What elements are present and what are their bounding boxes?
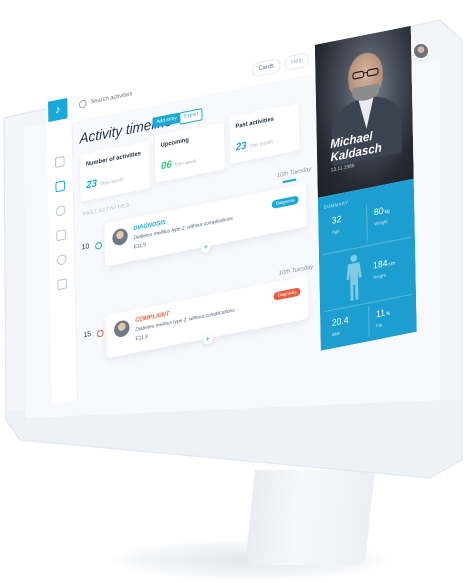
date-underline <box>282 178 297 184</box>
stat-value: 06 This week <box>160 158 197 173</box>
stat-card-upcoming: Upcoming 06 This week <box>154 122 225 183</box>
nav-icon-patients[interactable] <box>55 204 66 217</box>
nav-icon-documents[interactable] <box>56 229 67 242</box>
stat-label: Upcoming <box>160 137 189 150</box>
patient-photo: Michael Kaldasch 13.11.1985 <box>314 25 414 198</box>
complaint-badge[interactable]: Diagnosis <box>273 287 301 301</box>
export-button[interactable]: Export <box>179 107 203 125</box>
stat-label: Number of activities <box>85 150 141 168</box>
divider <box>368 306 370 338</box>
diagnosis-badge[interactable]: Diagnosis <box>271 195 299 209</box>
age-label: Age <box>331 228 340 235</box>
height-value: 184cm <box>373 257 395 271</box>
plus-icon[interactable]: + <box>201 241 211 254</box>
avatar[interactable] <box>414 44 428 58</box>
bmi-label: BMI <box>332 330 340 338</box>
logo-icon[interactable]: ♪ <box>48 97 68 123</box>
rail-dot <box>96 329 104 338</box>
stat-card-past: Past activities 23 This month <box>229 103 300 164</box>
help-button[interactable]: Help <box>284 51 310 72</box>
weight-label: Weight <box>374 218 388 227</box>
divider <box>366 204 368 242</box>
avatar <box>112 227 128 247</box>
timeline-section-label: PAST ACTIVITIES <box>82 202 130 218</box>
avatar <box>114 319 130 339</box>
nav-icon-help[interactable] <box>57 278 68 291</box>
fat-value: 11% <box>375 307 391 320</box>
nav-icon-settings[interactable] <box>56 253 67 266</box>
person-silhouette-icon <box>346 254 362 301</box>
height-label: Height <box>373 272 386 280</box>
timeline-date: 10th Tuesday <box>278 264 314 278</box>
nav-icon-home[interactable] <box>54 155 65 168</box>
stat-label: Past activities <box>235 116 274 131</box>
rail-day: 15 <box>83 330 91 340</box>
summary-panel: SUMMARY 32 Age 80kg Weight 184cm Height … <box>317 178 417 351</box>
activity-card-complaint[interactable]: COMPLAINT Diabetes mellitus type 2, with… <box>106 275 309 359</box>
stat-value: 23 This month <box>235 139 274 154</box>
sidebar: ♪ <box>46 92 78 405</box>
stat-card-activities: Number of activities 23 This month <box>79 141 150 202</box>
bmi-value: 20.4 <box>331 314 349 329</box>
plus-icon[interactable]: + <box>202 333 213 346</box>
activity-code: E11.9 <box>133 242 146 251</box>
patient-profile-panel: Michael Kaldasch 13.11.1985 SUMMARY 32 A… <box>314 25 417 351</box>
rail-day: 10 <box>81 243 90 252</box>
rail-dot <box>95 241 102 251</box>
weight-value: 80kg <box>373 205 390 218</box>
timeline-date: 10th Tuesday <box>276 166 312 180</box>
search-icon[interactable] <box>78 99 87 109</box>
fat-label: Fat <box>376 322 383 329</box>
cards-button[interactable]: Cards <box>251 57 281 78</box>
stat-value: 23 This month <box>86 176 124 192</box>
monitor-mockup: ♪ Cards Help Activity timeline Add entry… <box>0 0 469 583</box>
activity-code: E11.9 <box>135 333 148 343</box>
activity-card-diagnosis[interactable]: DIAGNOSIS Diabetes mellitus type 2, with… <box>104 183 307 267</box>
age-value: 32 <box>331 213 342 226</box>
summary-label: SUMMARY <box>323 199 349 210</box>
nav-icon-timeline[interactable] <box>55 180 66 193</box>
